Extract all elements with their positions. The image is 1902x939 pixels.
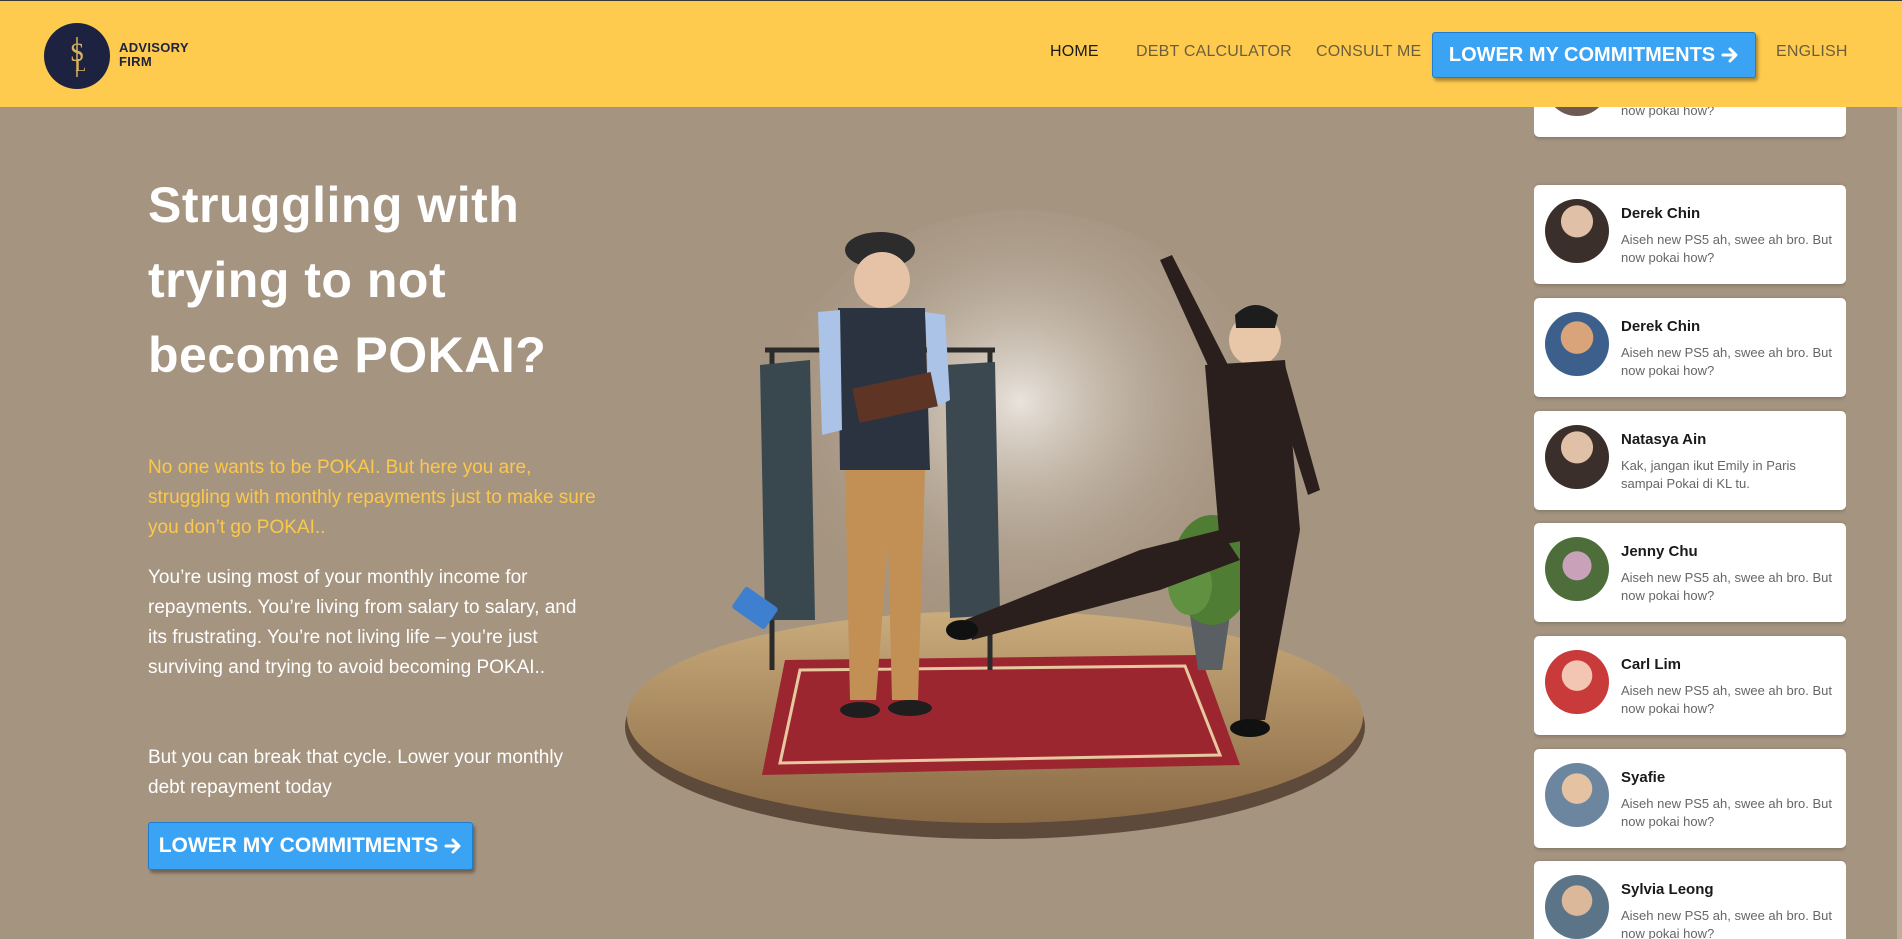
testimonial-name: Derek Chin — [1621, 205, 1701, 222]
nav-consult-me[interactable]: CONSULT ME — [1316, 43, 1421, 61]
avatar — [1545, 537, 1609, 601]
testimonial-name: Natasya Ain — [1621, 431, 1707, 448]
hero-title-line3: become POKAI? — [148, 327, 547, 383]
logo-icon[interactable]: S L — [44, 23, 110, 89]
language-switch[interactable]: ENGLISH — [1776, 43, 1848, 61]
testimonial-card: Sylvia Leong Aiseh new PS5 ah, swee ah b… — [1534, 861, 1846, 939]
site-header: S L ADVISORY FIRM HOME DEBT CALCULATOR C… — [0, 0, 1902, 107]
nav-debt-calculator[interactable]: DEBT CALCULATOR — [1136, 43, 1292, 61]
avatar — [1545, 107, 1609, 116]
hero-highlight-text: No one wants to be POKAI. But here you a… — [148, 457, 596, 538]
page-scrollbar[interactable] — [1897, 107, 1902, 939]
testimonial-name: Sylvia Leong — [1621, 881, 1714, 898]
testimonial-message: Aiseh new PS5 ah, swee ah bro. But now p… — [1621, 107, 1715, 118]
avatar — [1545, 425, 1609, 489]
arrow-right-icon — [444, 838, 461, 854]
testimonial-message: Aiseh new PS5 ah, swee ah bro. But now p… — [1621, 683, 1833, 716]
hero-cta-label: LOWER MY COMMITMENTS — [158, 834, 439, 857]
hero-illustration — [625, 210, 1365, 839]
testimonial-card: Carl Lim Aiseh new PS5 ah, swee ah bro. … — [1534, 636, 1846, 735]
logo-text-line1: ADVISORY — [119, 40, 189, 55]
testimonial-message: Aiseh new PS5 ah, swee ah bro. But now p… — [1621, 345, 1833, 378]
testimonial-message: Aiseh new PS5 ah, swee ah bro. But now p… — [1621, 908, 1833, 939]
avatar — [1545, 312, 1609, 376]
testimonial-card: Aiseh new PS5 ah, swee ah bro. But now p… — [1534, 107, 1846, 137]
hero-body-paragraph-cta: But you can break that cycle. Lower your… — [148, 747, 564, 798]
logo-text: ADVISORY FIRM — [119, 41, 189, 69]
arrow-right-icon — [1721, 47, 1738, 63]
testimonial-name: Carl Lim — [1621, 656, 1682, 673]
avatar — [1545, 650, 1609, 714]
testimonial-name: Jenny Chu — [1621, 543, 1698, 560]
testimonial-message: Aiseh new PS5 ah, swee ah bro. But now p… — [1621, 232, 1833, 265]
header-cta-label: LOWER MY COMMITMENTS — [1448, 43, 1716, 66]
nav-home[interactable]: HOME — [1050, 43, 1099, 61]
testimonial-card: Jenny Chu Aiseh new PS5 ah, swee ah bro.… — [1534, 523, 1846, 622]
hero-lower-commitments-button[interactable]: LOWER MY COMMITMENTS — [148, 822, 473, 870]
testimonial-name: Syafie — [1621, 769, 1666, 786]
testimonial-card: Derek Chin Aiseh new PS5 ah, swee ah bro… — [1534, 298, 1846, 397]
testimonials-feed[interactable]: Aiseh new PS5 ah, swee ah bro. But now p… — [1534, 107, 1846, 939]
header-lower-commitments-button[interactable]: LOWER MY COMMITMENTS — [1432, 32, 1756, 78]
testimonial-message: Kak, jangan ikut Emily in Paris sampai P… — [1621, 458, 1796, 491]
hero-body-paragraph: You’re using most of your monthly income… — [148, 567, 577, 678]
testimonial-message: Aiseh new PS5 ah, swee ah bro. But now p… — [1621, 796, 1833, 829]
svg-text:L: L — [75, 55, 86, 75]
avatar — [1545, 763, 1609, 827]
avatar — [1545, 875, 1609, 939]
hero-title: Struggling with trying to not become POK… — [148, 168, 608, 393]
testimonial-message: Aiseh new PS5 ah, swee ah bro. But now p… — [1621, 570, 1833, 603]
testimonial-card: Syafie Aiseh new PS5 ah, swee ah bro. Bu… — [1534, 749, 1846, 848]
avatar — [1545, 199, 1609, 263]
testimonial-card: Natasya Ain Kak, jangan ikut Emily in Pa… — [1534, 411, 1846, 510]
logo-text-line2: FIRM — [119, 54, 152, 69]
testimonial-name: Derek Chin — [1621, 318, 1701, 335]
hero-title-line1: Struggling with — [148, 177, 520, 233]
testimonial-card: Derek Chin Aiseh new PS5 ah, swee ah bro… — [1534, 185, 1846, 284]
hero-title-line2: trying to not — [148, 252, 447, 308]
